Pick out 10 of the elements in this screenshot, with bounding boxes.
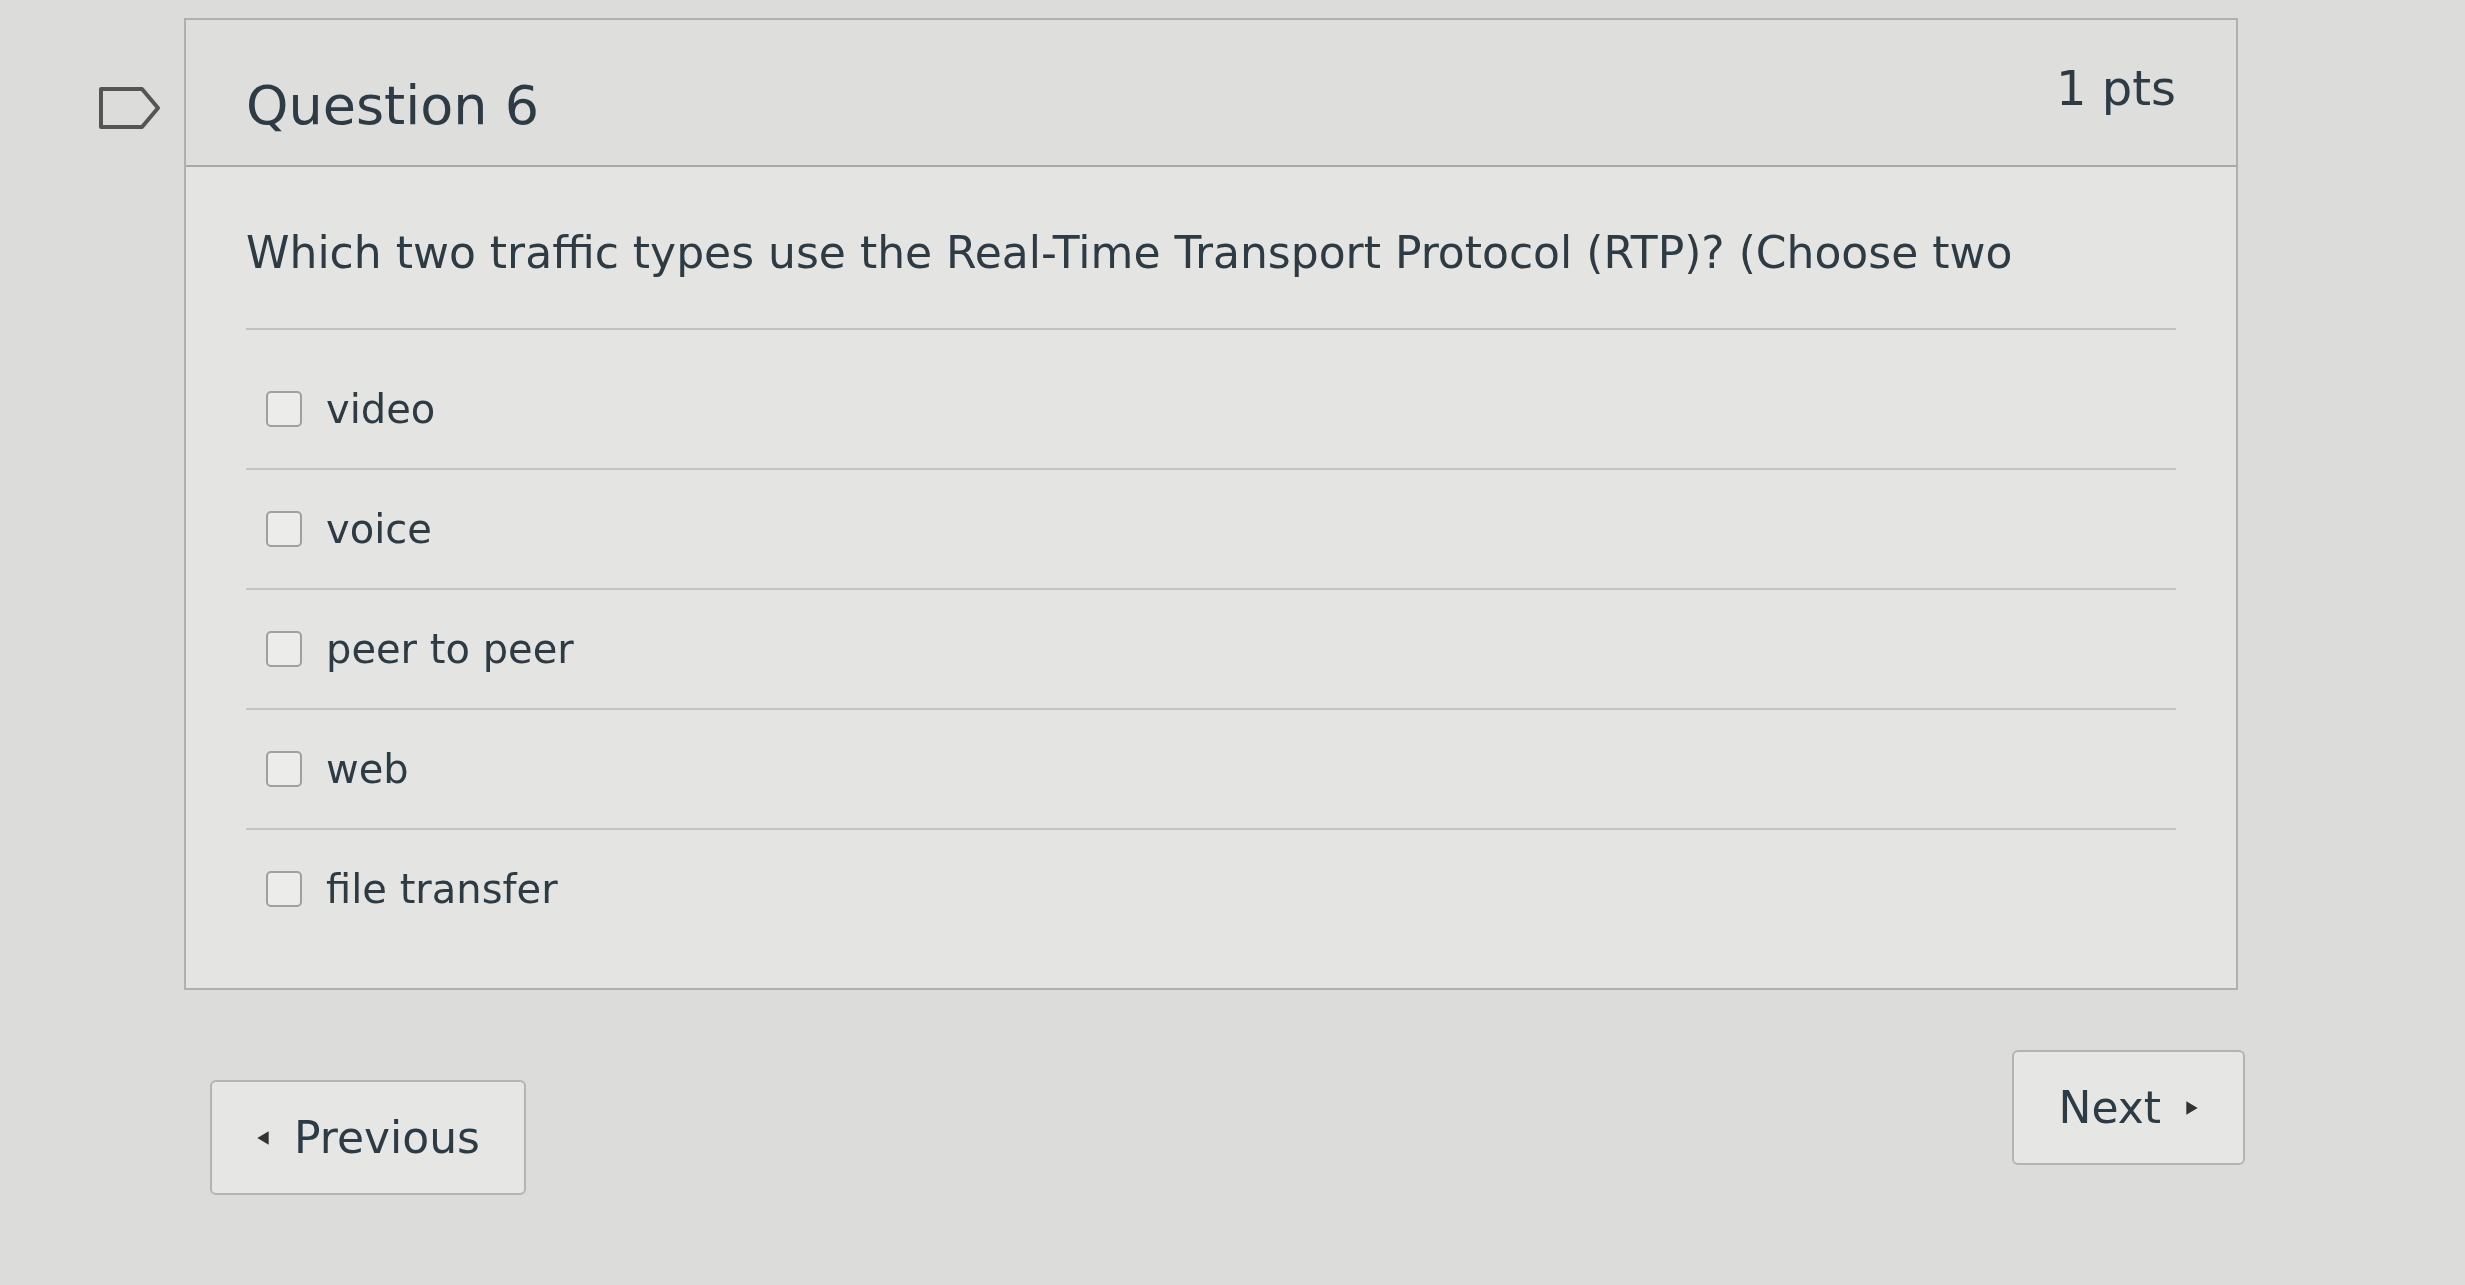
question-points: 1 pts	[2055, 60, 2176, 116]
question-title: Question 6	[246, 74, 540, 137]
answer-label: web	[326, 746, 409, 792]
previous-button[interactable]: Previous	[210, 1080, 526, 1195]
answer-label: peer to peer	[326, 626, 574, 672]
answer-label: voice	[326, 506, 432, 552]
answer-label: video	[326, 386, 436, 432]
question-text: Which two traffic types use the Real-Time Transport Protocol (RTP)? (Choose two	[246, 227, 2176, 330]
next-button[interactable]: Next	[2012, 1050, 2245, 1165]
answer-label: file transfer	[326, 866, 558, 912]
